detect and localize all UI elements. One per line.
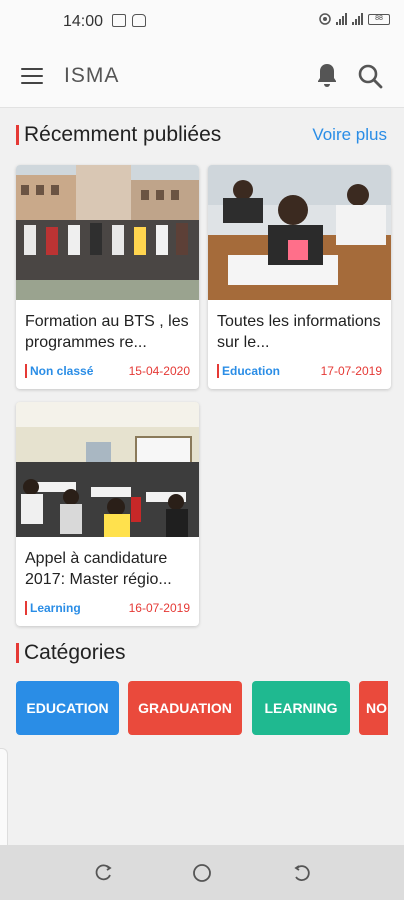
accent-bar	[16, 643, 19, 663]
status-bar: 14:00 88	[0, 0, 404, 44]
post-category: Non classé	[25, 364, 93, 378]
category-graduation-button[interactable]: GRADUATION	[128, 681, 242, 735]
category-education-button[interactable]: EDUCATION	[16, 681, 119, 735]
recent-apps-icon[interactable]	[94, 863, 114, 883]
post-meta: Education 17-07-2019	[208, 355, 391, 378]
shirt-icon	[132, 14, 146, 27]
main-content: Récemment publiées Voire plus Formation …	[0, 108, 404, 868]
message-icon	[112, 14, 126, 27]
post-image-students-writing	[208, 165, 391, 300]
back-icon[interactable]	[292, 863, 312, 883]
menu-icon[interactable]	[21, 68, 43, 84]
categories-section-header: Catégories	[16, 641, 126, 665]
post-category: Education	[217, 364, 280, 378]
system-icons: 88	[319, 13, 390, 25]
post-meta: Learning 16-07-2019	[16, 592, 199, 615]
post-category: Learning	[25, 601, 81, 615]
category-chips: EDUCATION GRADUATION LEARNING NO	[16, 681, 388, 735]
category-learning-button[interactable]: LEARNING	[252, 681, 350, 735]
hotspot-icon	[319, 13, 331, 25]
post-title: Formation au BTS , les programmes re...	[25, 313, 189, 351]
post-card[interactable]: Toutes les informations sur le... Educat…	[208, 165, 391, 389]
notification-icons	[112, 14, 146, 27]
category-non-classe-button[interactable]: NO	[359, 681, 388, 735]
battery-icon: 88	[368, 13, 390, 25]
app-title: ISMA	[64, 64, 120, 87]
post-date: 16-07-2019	[128, 601, 190, 615]
post-card[interactable]: Formation au BTS , les programmes re... …	[16, 165, 199, 389]
post-image-graduates	[16, 165, 199, 300]
recent-section-title: Récemment publiées	[24, 123, 222, 146]
signal-icon	[336, 13, 347, 25]
app-bar: ISMA	[0, 44, 404, 108]
categories-section-title: Catégories	[24, 641, 126, 664]
post-title: Appel à candidature 2017: Master régio..…	[25, 550, 172, 588]
post-title: Toutes les informations sur le...	[217, 313, 381, 351]
see-more-link[interactable]: Voire plus	[312, 125, 387, 145]
accent-bar	[16, 125, 19, 145]
recent-section-header: Récemment publiées	[16, 123, 221, 147]
post-meta: Non classé 15-04-2020	[16, 355, 199, 378]
post-card[interactable]: Appel à candidature 2017: Master régio..…	[16, 402, 199, 626]
post-date: 17-07-2019	[320, 364, 382, 378]
notification-bell-icon[interactable]	[315, 62, 339, 88]
post-image-classroom	[16, 402, 199, 537]
home-icon[interactable]	[192, 863, 212, 883]
status-time: 14:00	[63, 13, 104, 30]
signal-icon-2	[352, 13, 363, 25]
post-date: 15-04-2020	[128, 364, 190, 378]
search-icon[interactable]	[357, 63, 383, 89]
system-nav-bar	[0, 845, 404, 900]
